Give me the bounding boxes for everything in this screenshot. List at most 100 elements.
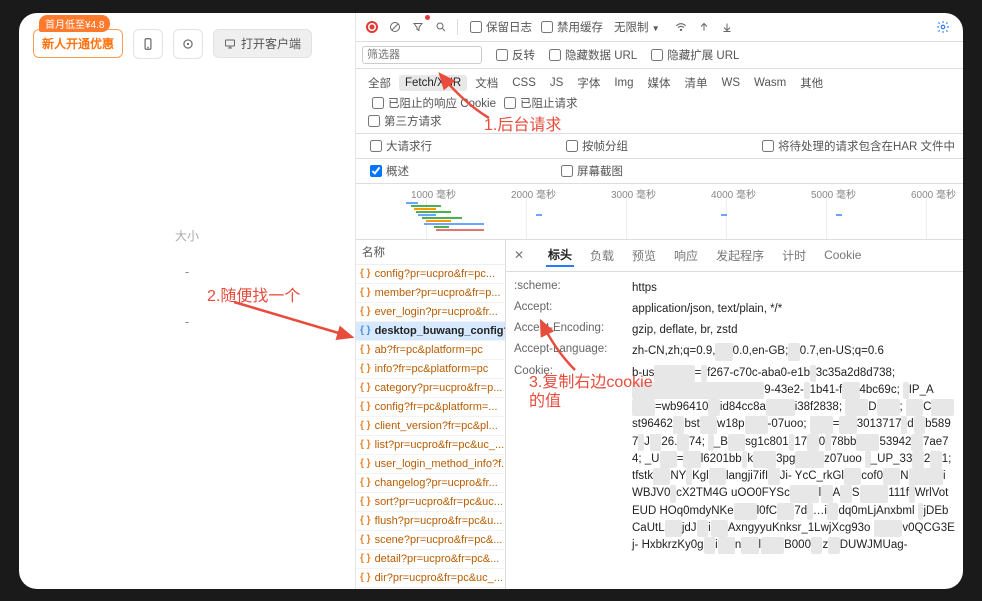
kv-row: Accept-Encoding:gzip, deflate, br, zstd	[514, 320, 955, 341]
blocked-req-checkbox[interactable]: 已阻止请求	[504, 95, 578, 111]
vip-button-wrap: 首月低至¥4.8 新人开通优惠	[33, 29, 123, 58]
third-party-checkbox[interactable]: 第三方请求	[368, 113, 957, 129]
kv-row: :scheme:https	[514, 278, 955, 299]
download-icon[interactable]	[717, 17, 737, 37]
type-filter-row: 全部 Fetch/XHR 文档 CSS JS 字体 Img 媒体 清单 WS W…	[356, 69, 963, 134]
accept-language-value: zh-CN,zh;q=0.9,xxx0.0,en-GB;xx0.7,en-US;…	[632, 343, 955, 360]
tab-preview[interactable]: 预览	[630, 245, 658, 266]
type-js[interactable]: JS	[544, 75, 569, 91]
request-item[interactable]: { }desktop_buwang_config?...	[356, 322, 505, 341]
big-req-line-checkbox[interactable]: 大请求行	[370, 138, 432, 154]
options-row-2: 概述 屏幕截图	[356, 159, 963, 184]
request-list-column: 名称 { }config?pr=ucpro&fr=pc...{ }member?…	[356, 240, 506, 589]
left-body: 大小 - - 2.随便找一个	[19, 69, 355, 589]
request-item[interactable]: { }scene?pr=ucpro&fr=pc&...	[356, 531, 505, 550]
request-item[interactable]: { }client_version?fr=pc&pl...	[356, 417, 505, 436]
search-icon[interactable]	[431, 17, 451, 37]
upload-icon[interactable]	[694, 17, 714, 37]
filter-input[interactable]	[362, 46, 482, 64]
preserve-log-checkbox[interactable]: 保留日志	[470, 19, 532, 35]
options-row: 大请求行 按帧分组 将待处理的请求包含在HAR 文件中	[356, 134, 963, 159]
type-all[interactable]: 全部	[362, 73, 397, 93]
filter-icon[interactable]	[408, 17, 428, 37]
type-manifest[interactable]: 清单	[679, 73, 714, 93]
request-list-header: 名称	[356, 240, 505, 265]
kv-row: Accept:application/json, text/plain, */*	[514, 299, 955, 320]
app-left-pane: 首月低至¥4.8 新人开通优惠 打开客户端 大小 - - 2.随便找一个	[19, 13, 356, 589]
disable-cache-checkbox[interactable]: 禁用缓存	[541, 19, 603, 35]
request-item[interactable]: { }detail?pr=ucpro&fr=pc&...	[356, 550, 505, 569]
timeline-tick: 1000 毫秒	[411, 186, 456, 201]
clear-icon[interactable]	[385, 17, 405, 37]
throttle-select[interactable]: 无限制 ▼	[614, 19, 660, 35]
type-media[interactable]: 媒体	[642, 73, 677, 93]
detail-tabs: ✕ 标头 负载 预览 响应 发起程序 计时 Cookie	[506, 240, 963, 272]
settings-gear-icon[interactable]	[933, 17, 953, 37]
network-toolbar: 保留日志 禁用缓存 无限制 ▼	[356, 13, 963, 42]
type-other[interactable]: 其他	[794, 73, 829, 93]
target-icon[interactable]	[173, 29, 203, 59]
network-filterbar: 反转 隐藏数据 URL 隐藏扩展 URL	[356, 42, 963, 69]
invert-checkbox[interactable]: 反转	[496, 47, 535, 63]
timeline-tick: 4000 毫秒	[711, 186, 756, 201]
request-item[interactable]: { }list?pr=ucpro&fr=pc&uc_...	[356, 436, 505, 455]
tab-timing[interactable]: 计时	[780, 245, 808, 266]
tab-payload[interactable]: 负载	[588, 245, 616, 266]
timeline-tick: 3000 毫秒	[611, 186, 656, 201]
hide-data-url-checkbox[interactable]: 隐藏数据 URL	[549, 47, 637, 63]
request-item[interactable]: { }category?pr=ucpro&fr=p...	[356, 379, 505, 398]
accept-value: application/json, text/plain, */*	[632, 301, 955, 318]
scheme-value: https	[632, 280, 955, 297]
open-vip-button[interactable]: 新人开通优惠	[33, 29, 123, 58]
type-doc[interactable]: 文档	[469, 73, 504, 93]
kv-row: Cookie:b-usxxxxxxx=xf267-c70c-aba0-e1bx3…	[514, 363, 955, 557]
overview-checkbox[interactable]: 概述	[370, 163, 409, 179]
request-item[interactable]: { }system_path?pr=ucpro&f...	[356, 588, 505, 589]
type-fetch-xhr[interactable]: Fetch/XHR	[399, 75, 467, 91]
request-item[interactable]: { }config?fr=pc&platform=...	[356, 398, 505, 417]
request-list[interactable]: { }config?pr=ucpro&fr=pc...{ }member?pr=…	[356, 265, 505, 589]
annotation-2: 2.随便找一个	[207, 282, 300, 306]
type-ws[interactable]: WS	[716, 75, 747, 91]
headers-kv-area: :scheme:https Accept:application/json, t…	[506, 272, 963, 589]
request-item[interactable]: { }user_login_method_info?f...	[356, 455, 505, 474]
hide-ext-url-checkbox[interactable]: 隐藏扩展 URL	[651, 47, 739, 63]
tab-cookies[interactable]: Cookie	[822, 246, 863, 264]
monitor-icon	[224, 38, 236, 50]
request-item[interactable]: { }info?fr=pc&platform=pc	[356, 360, 505, 379]
dash-value-1: -	[19, 264, 355, 279]
type-wasm[interactable]: Wasm	[748, 75, 792, 91]
request-item[interactable]: { }sort?pr=ucpro&fr=pc&uc...	[356, 493, 505, 512]
request-item[interactable]: { }ab?fr=pc&platform=pc	[356, 341, 505, 360]
screenshot-checkbox[interactable]: 屏幕截图	[561, 163, 623, 179]
tab-headers[interactable]: 标头	[546, 244, 574, 267]
open-client-button[interactable]: 打开客户端	[213, 29, 312, 58]
open-client-label: 打开客户端	[241, 35, 301, 52]
request-item[interactable]: { }ever_login?pr=ucpro&fr...	[356, 303, 505, 322]
tab-initiator[interactable]: 发起程序	[714, 245, 766, 266]
type-css[interactable]: CSS	[506, 75, 542, 91]
device-icon[interactable]	[133, 29, 163, 59]
request-detail-column: ✕ 标头 负载 预览 响应 发起程序 计时 Cookie :scheme:htt…	[506, 240, 963, 589]
timeline-overview[interactable]: 1000 毫秒 2000 毫秒 3000 毫秒 4000 毫秒 5000 毫秒 …	[356, 184, 963, 240]
request-item[interactable]: { }dir?pr=ucpro&fr=pc&uc_...	[356, 569, 505, 588]
blocked-resp-cookie-checkbox[interactable]: 已阻止的响应 Cookie	[372, 95, 496, 111]
type-font[interactable]: 字体	[571, 73, 606, 93]
group-by-frame-checkbox[interactable]: 按帧分组	[566, 138, 628, 154]
request-item[interactable]: { }config?pr=ucpro&fr=pc...	[356, 265, 505, 284]
devtools-panel: 保留日志 禁用缓存 无限制 ▼ 反转 隐藏数据 URL 隐藏扩展 URL 全部 …	[356, 13, 963, 589]
record-icon[interactable]	[362, 17, 382, 37]
tab-response[interactable]: 响应	[672, 245, 700, 266]
close-detail-icon[interactable]: ✕	[514, 248, 532, 262]
request-item[interactable]: { }changelog?pr=ucpro&fr...	[356, 474, 505, 493]
wifi-icon[interactable]	[671, 17, 691, 37]
request-item[interactable]: { }member?pr=ucpro&fr=p...	[356, 284, 505, 303]
app-top-toolbar: 首月低至¥4.8 新人开通优惠 打开客户端	[19, 13, 355, 69]
timeline-tick: 5000 毫秒	[811, 186, 856, 201]
har-pending-checkbox[interactable]: 将待处理的请求包含在HAR 文件中	[762, 138, 955, 154]
request-item[interactable]: { }flush?pr=ucpro&fr=pc&u...	[356, 512, 505, 531]
size-label: 大小	[19, 227, 355, 244]
cookie-value: b-usxxxxxxx=xf267-c70c-aba0-e1bx3c35a2d8…	[632, 365, 955, 555]
type-img[interactable]: Img	[608, 75, 639, 91]
kv-row: Accept-Language:zh-CN,zh;q=0.9,xxx0.0,en…	[514, 341, 955, 362]
